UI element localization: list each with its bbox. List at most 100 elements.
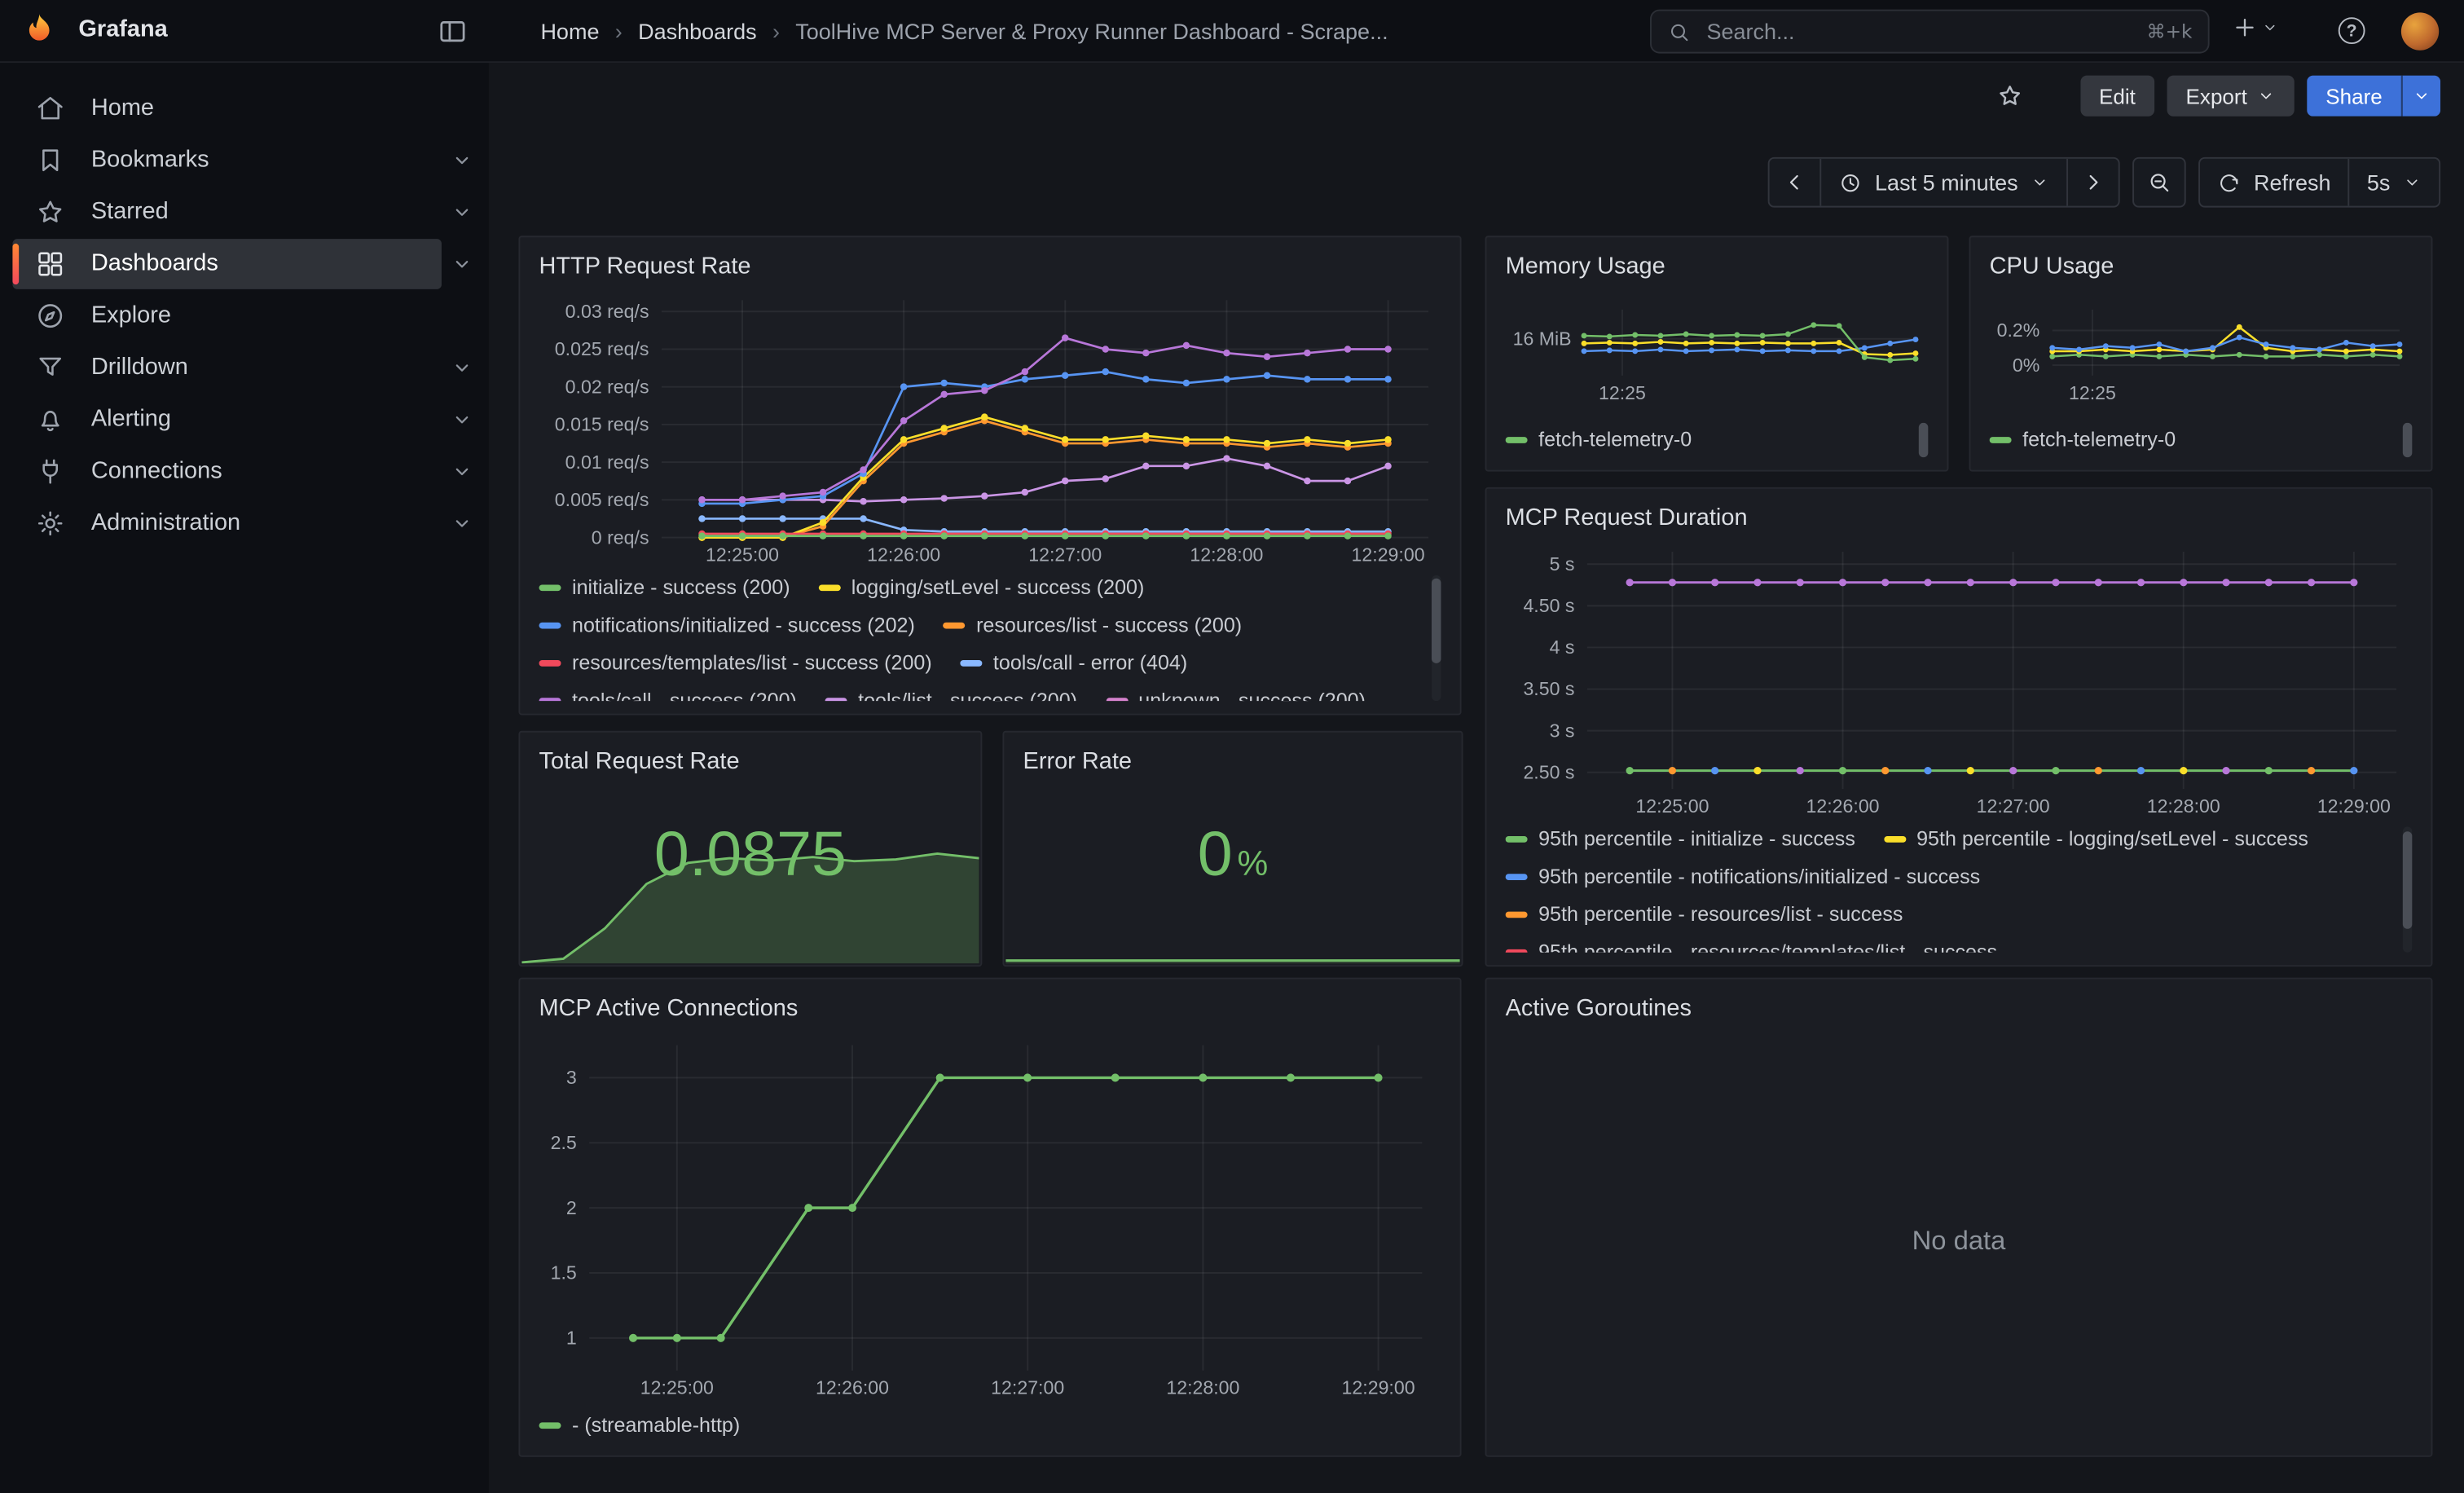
legend: - (streamable-http): [539, 1408, 1416, 1442]
legend-item[interactable]: tools/call - success (200): [539, 689, 797, 701]
legend-item[interactable]: tools/list - success (200): [825, 689, 1077, 701]
svg-text:3: 3: [566, 1067, 577, 1088]
legend-scrollbar[interactable]: [1432, 575, 1441, 701]
chevron-down-icon[interactable]: [451, 200, 473, 222]
edit-button[interactable]: Edit: [2080, 76, 2154, 117]
svg-text:12:26:00: 12:26:00: [1806, 795, 1880, 817]
cpu-usage-chart: 0.2%0%12:25: [1990, 303, 2413, 401]
panel-title[interactable]: MCP Request Duration: [1506, 498, 2413, 539]
legend-item[interactable]: 95th percentile - resources/templates/li…: [1506, 940, 1997, 952]
svg-text:0.025 req/s: 0.025 req/s: [555, 338, 649, 359]
sidebar-item-connections[interactable]: Connections: [0, 445, 489, 497]
legend-item[interactable]: tools/call - error (404): [960, 650, 1187, 676]
refresh-interval-picker[interactable]: 5s: [2348, 159, 2439, 206]
chevron-down-icon[interactable]: [451, 460, 473, 482]
sidebar-item-dashboards[interactable]: Dashboards: [0, 237, 489, 289]
add-button[interactable]: [2232, 14, 2279, 41]
panel-mcp-request-duration: MCP Request Duration 2.50 s3 s3.50 s4 s4…: [1485, 487, 2433, 967]
chevron-down-icon: [2261, 19, 2278, 36]
time-range-picker[interactable]: Last 5 minutes: [1820, 159, 2067, 206]
legend-scrollbar[interactable]: [2403, 826, 2413, 952]
legend-item[interactable]: 95th percentile - resources/list - succe…: [1506, 902, 1903, 927]
svg-text:0.2%: 0.2%: [1997, 319, 2040, 341]
mcp-request-duration-chart: 2.50 s3 s3.50 s4 s4.50 s5 s12:25:0012:26…: [1506, 540, 2413, 824]
legend-item[interactable]: unknown - success (200): [1106, 689, 1366, 701]
drilldown-icon: [34, 351, 66, 383]
brand: Grafana: [78, 15, 167, 42]
series-color-swatch: [539, 623, 561, 629]
svg-text:12:25: 12:25: [1599, 382, 1646, 401]
chevron-down-icon[interactable]: [451, 356, 473, 378]
chevron-down-icon[interactable]: [451, 512, 473, 534]
zoom-out-button[interactable]: [2134, 159, 2185, 206]
panel-mcp-active-connections: MCP Active Connections 11.522.5312:25:00…: [518, 978, 1461, 1457]
sidebar-item-alerting[interactable]: Alerting: [0, 393, 489, 445]
legend-item[interactable]: fetch-telemetry-0: [1990, 423, 2176, 457]
svg-text:1: 1: [566, 1328, 577, 1349]
legend-item[interactable]: - (streamable-http): [539, 1408, 741, 1442]
svg-text:12:25:00: 12:25:00: [640, 1377, 714, 1398]
grafana-logo[interactable]: [19, 11, 59, 52]
compass-icon: [34, 299, 66, 331]
legend-item[interactable]: resources/templates/list - success (200): [539, 650, 932, 676]
legend-scrollbar[interactable]: [1919, 423, 1929, 457]
grafana-app: Grafana Home › Dashboards › ToolHive MCP…: [0, 0, 2464, 1493]
search-input[interactable]: [1704, 17, 2134, 46]
breadcrumb-dashboards[interactable]: Dashboards: [638, 19, 757, 44]
breadcrumb-separator: ›: [615, 19, 623, 44]
breadcrumb-home[interactable]: Home: [540, 19, 599, 44]
chevron-down-icon[interactable]: [451, 407, 473, 429]
plug-icon: [34, 455, 66, 487]
legend-item[interactable]: initialize - success (200): [539, 575, 790, 601]
legend-item[interactable]: logging/setLevel - success (200): [818, 575, 1144, 601]
legend-scrollbar[interactable]: [2403, 423, 2413, 457]
series-color-swatch: [944, 623, 966, 629]
sidebar-item-drilldown[interactable]: Drilldown: [0, 341, 489, 394]
chevron-down-icon[interactable]: [451, 148, 473, 170]
legend-item[interactable]: fetch-telemetry-0: [1506, 423, 1692, 457]
svg-text:4.50 s: 4.50 s: [1523, 595, 1574, 616]
time-shift-forward-button[interactable]: [2066, 159, 2119, 206]
series-color-swatch: [1506, 836, 1528, 843]
sidebar-toggle-icon[interactable]: [437, 15, 469, 47]
time-shift-back-button[interactable]: [1770, 159, 1820, 206]
legend-item[interactable]: 95th percentile - initialize - success: [1506, 826, 1855, 852]
chevron-down-icon[interactable]: [451, 253, 473, 275]
series-color-swatch: [960, 660, 982, 667]
svg-text:12:27:00: 12:27:00: [1977, 795, 2050, 817]
search-box[interactable]: ⌘+k: [1650, 10, 2210, 54]
sidebar-item-label: Explore: [91, 302, 171, 328]
stat-value: 0.0875: [520, 733, 980, 965]
share-button[interactable]: Share: [2307, 76, 2401, 117]
favorite-star-icon[interactable]: [1995, 81, 2024, 110]
legend-item[interactable]: notifications/initialized - success (202…: [539, 613, 915, 638]
sidebar-item-starred[interactable]: Starred: [0, 186, 489, 238]
help-icon[interactable]: ?: [2339, 17, 2365, 44]
legend: fetch-telemetry-0: [1990, 423, 2387, 457]
panel-title[interactable]: MCP Active Connections: [539, 989, 1441, 1029]
svg-text:3.50 s: 3.50 s: [1523, 678, 1574, 699]
sidebar-item-administration[interactable]: Administration: [0, 496, 489, 548]
series-color-swatch: [1506, 912, 1528, 918]
legend-item[interactable]: 95th percentile - logging/setLevel - suc…: [1884, 826, 2308, 852]
panel-title[interactable]: CPU Usage: [1990, 247, 2413, 288]
panel-cpu-usage: CPU Usage 0.2%0%12:25 fetch-telemetry-0: [1969, 236, 2433, 471]
avatar[interactable]: [2401, 12, 2439, 50]
legend-item[interactable]: 95th percentile - notifications/initiali…: [1506, 865, 1981, 890]
home-icon: [34, 92, 66, 124]
share-dropdown-button[interactable]: [2401, 76, 2440, 117]
sidebar-item-label: Alerting: [91, 406, 171, 433]
sidebar-item-explore[interactable]: Explore: [0, 289, 489, 341]
sidebar-item-bookmarks[interactable]: Bookmarks: [0, 134, 489, 186]
panel-title[interactable]: Memory Usage: [1506, 247, 1929, 288]
series-color-swatch: [1506, 874, 1528, 880]
sidebar-item-home[interactable]: Home: [0, 81, 489, 134]
svg-text:12:28:00: 12:28:00: [2147, 795, 2220, 817]
svg-text:12:25:00: 12:25:00: [706, 544, 779, 566]
breadcrumb-current: ToolHive MCP Server & Proxy Runner Dashb…: [795, 19, 1388, 44]
legend-item[interactable]: resources/list - success (200): [944, 613, 1243, 638]
refresh-button[interactable]: Refresh: [2200, 159, 2347, 206]
sidebar-item-label: Home: [91, 95, 154, 121]
panel-title[interactable]: HTTP Request Rate: [539, 247, 1441, 288]
export-button[interactable]: Export: [2167, 76, 2294, 117]
